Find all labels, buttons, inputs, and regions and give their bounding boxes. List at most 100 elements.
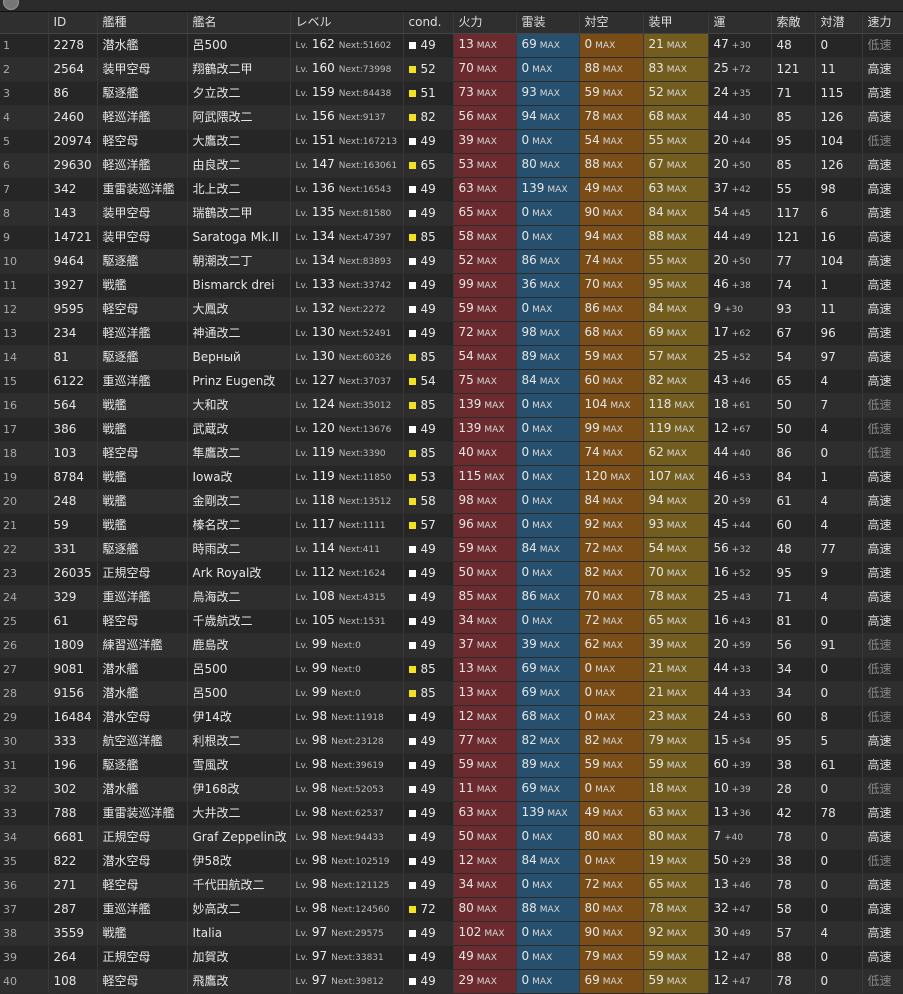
header-cond[interactable]: cond. [403,12,454,34]
table-row[interactable]: 23 26035 正規空母 Ark Royal改 Lv. 112 Next:1624 49 5… [0,561,903,586]
table-row[interactable]: 6 29630 軽巡洋艦 由良改二 Lv. 147 Next:163061 65 53 MAX 8… [0,153,903,178]
next-value: 35012 [362,401,392,411]
table-row[interactable]: 3 86 駆逐艦 夕立改二 Lv. 159 Next:84438 51 73 MAX 93 MAX 5… [0,81,903,106]
table-row[interactable]: 29 16484 潜水空母 伊14改 Lv. 98 Next:11918 49 12 MAX 68… [0,705,903,730]
stat-antiair: 88 MAX [579,57,644,82]
table-row[interactable]: 39 264 正規空母 加賀改 Lv. 97 Next:33831 49 49 MAX 0 MAX 7… [0,945,903,970]
lv-prefix: Lv. [295,329,309,339]
table-row[interactable]: 20 248 戦艦 金剛改二 Lv. 118 Next:13512 58 98 MAX 0 MAX 8… [0,489,903,514]
table-row[interactable]: 21 59 戦艦 榛名改二 Lv. 117 Next:1111 57 96 MAX 0 MAX 92 M… [0,513,903,538]
table-row[interactable]: 22 331 駆逐艦 時雨改二 Lv. 114 Next:411 49 59 MAX 84 MAX 7… [0,537,903,562]
table-row[interactable]: 16 564 戦艦 大和改 Lv. 124 Next:35012 85 139 MAX 0 MAX 1… [0,393,903,418]
header-armor[interactable]: 装甲 [643,12,709,34]
ship-id: 1809 [48,633,98,658]
stat-los: 121 [771,225,816,250]
stat-armor: 94 MAX [643,489,709,514]
table-row[interactable]: 33 788 重雷装巡洋艦 大井改二 Lv. 98 Next:62537 49 63 MAX 13… [0,801,903,826]
lv-prefix: Lv. [295,473,309,483]
table-row[interactable]: 4 2460 軽巡洋艦 阿武隈改二 Lv. 156 Next:9137 82 56 MAX 94 M… [0,105,903,130]
stat-luck: 44 +40 [708,441,772,466]
table-row[interactable]: 27 9081 潜水艦 呂500 Lv. 99 Next:0 85 13 MAX 69 MAX 0 MA… [0,657,903,682]
max-label: MAX [666,281,687,291]
table-row[interactable]: 28 9156 潜水艦 呂500 Lv. 99 Next:0 85 13 MAX 69 MAX 0 MA… [0,681,903,706]
table-row[interactable]: 11 3927 戦艦 Bismarck drei Lv. 133 Next:33742 49… [0,273,903,298]
stat-los: 65 [771,369,816,394]
stat-armor: 93 MAX [643,513,709,538]
table-row[interactable]: 24 329 重巡洋艦 鳥海改二 Lv. 108 Next:4315 49 85 MAX 86 MA… [0,585,903,610]
next-value: 102519 [355,857,390,867]
cond-indicator-icon [408,330,416,337]
max-label: MAX [666,329,687,339]
max-label: MAX [666,353,687,363]
ship-type: 正規空母 [97,825,188,850]
table-row[interactable]: 18 103 軽空母 隼鷹改二 Lv. 119 Next:3390 85 40 MAX 0 MAX 7… [0,441,903,466]
lv-value: 119 [311,445,335,459]
cond-indicator-icon [408,834,416,841]
table-row[interactable]: 26 1809 練習巡洋艦 鹿島改 Lv. 99 Next:0 49 37 MAX 39 MAX 62… [0,633,903,658]
header-antiair[interactable]: 対空 [579,12,644,34]
header-level[interactable]: レベル [290,12,404,34]
header-asw[interactable]: 対潜 [815,12,863,34]
header-id[interactable]: ID [48,12,98,34]
table-row[interactable]: 34 6681 正規空母 Graf Zeppelin改 Lv. 98 Next:94433… [0,825,903,850]
header-speed[interactable]: 速力 [862,12,903,34]
table-row[interactable]: 37 287 重巡洋艦 妙高改二 Lv. 98 Next:124560 72 80 MAX 88 M… [0,897,903,922]
table-row[interactable]: 38 3559 戦艦 Italia Lv. 97 Next:29575 49 102 MAX 0 M… [0,921,903,946]
table-row[interactable]: 19 8784 戦艦 Iowa改 Lv. 119 Next:11850 53 115 MAX 0 M… [0,465,903,490]
stat-speed: 高速 [862,825,903,850]
ship-name: 大和改 [187,393,291,418]
cond-indicator-icon [408,378,416,385]
stat-speed: 高速 [862,81,903,106]
max-label: MAX [602,761,623,771]
header-torpedo[interactable]: 雷装 [516,12,580,34]
table-row[interactable]: 40 108 軽空母 飛鷹改 Lv. 97 Next:39812 49 29 MAX 0 MAX 69… [0,969,903,994]
header-type[interactable]: 艦種 [97,12,188,34]
max-label: MAX [532,233,553,243]
table-row[interactable]: 32 302 潜水艦 伊168改 Lv. 98 Next:52053 49 11 MAX 69 MA… [0,777,903,802]
header-luck[interactable]: 運 [708,12,772,34]
stat-los: 78 [771,873,816,898]
ship-cond: 51 [403,81,454,106]
table-row[interactable]: 30 333 航空巡洋艦 利根改二 Lv. 98 Next:23128 49 77 MAX 82 M… [0,729,903,754]
header-index[interactable] [0,12,49,34]
table-row[interactable]: 36 271 軽空母 千代田航改二 Lv. 98 Next:121125 49 34 MAX 0 M… [0,873,903,898]
next-value: 62537 [355,809,384,819]
cond-indicator-icon [408,138,416,145]
max-label: MAX [539,857,560,867]
table-row[interactable]: 15 6122 重巡洋艦 Prinz Eugen改 Lv. 127 Next:37037 5… [0,369,903,394]
ship-type: 装甲空母 [97,57,188,82]
table-row[interactable]: 10 9464 駆逐艦 朝潮改二丁 Lv. 134 Next:83893 49 52 MAX 86… [0,249,903,274]
table-row[interactable]: 12 9595 軽空母 大鳳改 Lv. 132 Next:2272 49 59 MAX 0 MAX 8… [0,297,903,322]
stat-los: 48 [771,537,816,562]
table-row[interactable]: 8 143 装甲空母 瑞鶴改二甲 Lv. 135 Next:81580 49 65 MAX 0 MA… [0,201,903,226]
cond-indicator-icon [408,786,416,793]
cond-indicator-icon [408,474,416,481]
max-label: MAX [602,65,623,75]
table-row[interactable]: 35 822 潜水空母 伊58改 Lv. 98 Next:102519 49 12 MAX 84 M… [0,849,903,874]
stat-asw: 11 [815,57,863,82]
header-firepower[interactable]: 火力 [453,12,517,34]
header-los[interactable]: 索敵 [771,12,816,34]
table-row[interactable]: 5 20974 軽空母 大鷹改二 Lv. 151 Next:167213 49 39 MAX 0 M… [0,129,903,154]
table-row[interactable]: 14 81 駆逐艦 Верный Lv. 130 Next:60326 85 54 MAX 89 M… [0,345,903,370]
table-row[interactable]: 13 234 軽巡洋艦 神通改二 Lv. 130 Next:52491 49 72 MAX 98 M… [0,321,903,346]
stat-luck: 20 +50 [708,153,772,178]
ship-cond: 49 [403,129,454,154]
stat-asw: 115 [815,81,863,106]
header-name[interactable]: 艦名 [187,12,291,34]
table-row[interactable]: 1 2278 潜水艦 呂500 Lv. 162 Next:51602 49 13 MAX 69 MA… [0,33,903,58]
cond-value: 49 [420,182,436,196]
table-row[interactable]: 31 196 駆逐艦 雪風改 Lv. 98 Next:39619 49 59 MAX 89 MAX 5… [0,753,903,778]
max-label: MAX [602,305,623,315]
max-label: MAX [476,89,497,99]
table-row[interactable]: 25 61 軽空母 千歳航改二 Lv. 105 Next:1531 49 34 MAX 0 MAX 7… [0,609,903,634]
table-row[interactable]: 2 2564 装甲空母 翔鶴改二甲 Lv. 160 Next:73998 52 70 MAX 0 M… [0,57,903,82]
stat-los: 55 [771,177,816,202]
settings-icon[interactable] [3,0,19,10]
ship-cond: 49 [403,417,454,442]
table-row[interactable]: 9 14721 装甲空母 Saratoga Mk.II Lv. 134 Next:4739… [0,225,903,250]
stat-los: 67 [771,321,816,346]
max-label: MAX [476,977,497,987]
table-row[interactable]: 7 342 重雷装巡洋艦 北上改二 Lv. 136 Next:16543 49 63 MAX 13… [0,177,903,202]
table-row[interactable]: 17 386 戦艦 武蔵改 Lv. 120 Next:13676 49 139 MAX 0 MAX 9… [0,417,903,442]
